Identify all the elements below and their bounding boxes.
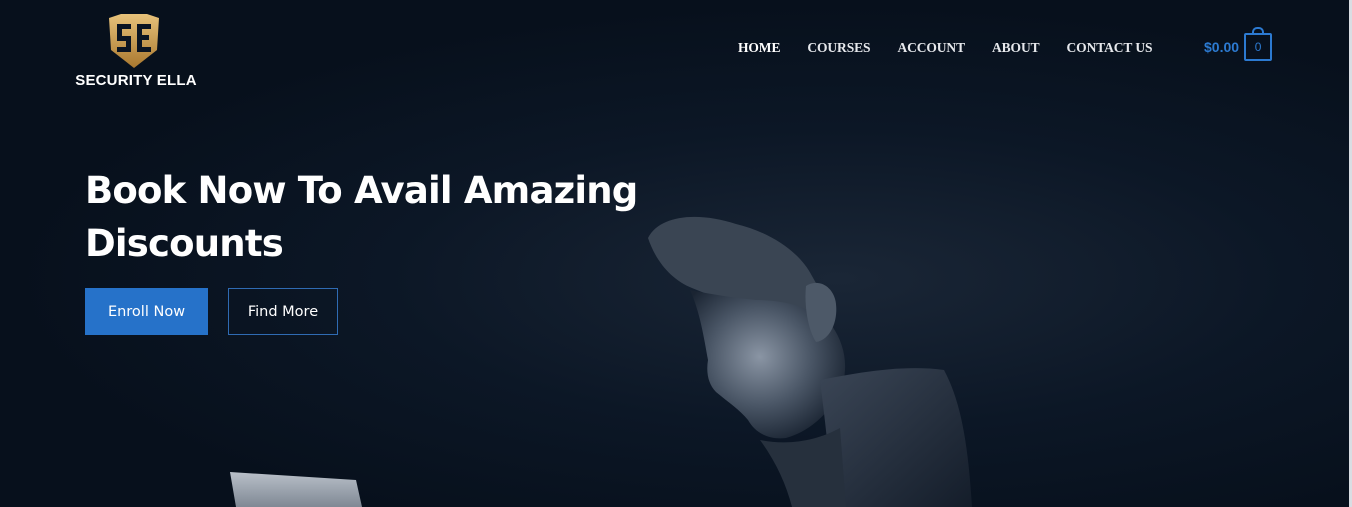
brand-name: SECURITY ELLA [75, 72, 197, 89]
nav-item-contact-us[interactable]: CONTACT US [1067, 40, 1153, 56]
shopping-bag-icon[interactable]: 0 [1244, 27, 1273, 61]
nav-item-about[interactable]: ABOUT [992, 40, 1040, 56]
find-more-button[interactable]: Find More [228, 288, 338, 335]
cart-total[interactable]: $0.00 [1204, 39, 1239, 55]
nav-item-account[interactable]: ACCOUNT [897, 40, 965, 56]
cart-count: 0 [1254, 40, 1262, 54]
bag-handle [1252, 27, 1265, 35]
se-monogram-shield-icon [109, 14, 159, 68]
brand-logo[interactable]: SECURITY ELLA [70, 12, 202, 92]
cart-widget[interactable]: $0.00 0 [1204, 27, 1273, 61]
page: SECURITY ELLA HOME COURSES ACCOUNT ABOUT… [0, 0, 1352, 507]
hero-headline-line2: Discounts [85, 222, 284, 265]
hero-headline: Book Now To Avail Amazing Discounts [85, 164, 645, 270]
main-nav: HOME COURSES ACCOUNT ABOUT CONTACT US [738, 38, 1179, 58]
enroll-now-button[interactable]: Enroll Now [85, 288, 208, 335]
nav-item-home[interactable]: HOME [738, 40, 780, 56]
nav-item-courses[interactable]: COURSES [807, 40, 870, 56]
hero-headline-line1: Book Now To Avail Amazing [85, 169, 638, 212]
